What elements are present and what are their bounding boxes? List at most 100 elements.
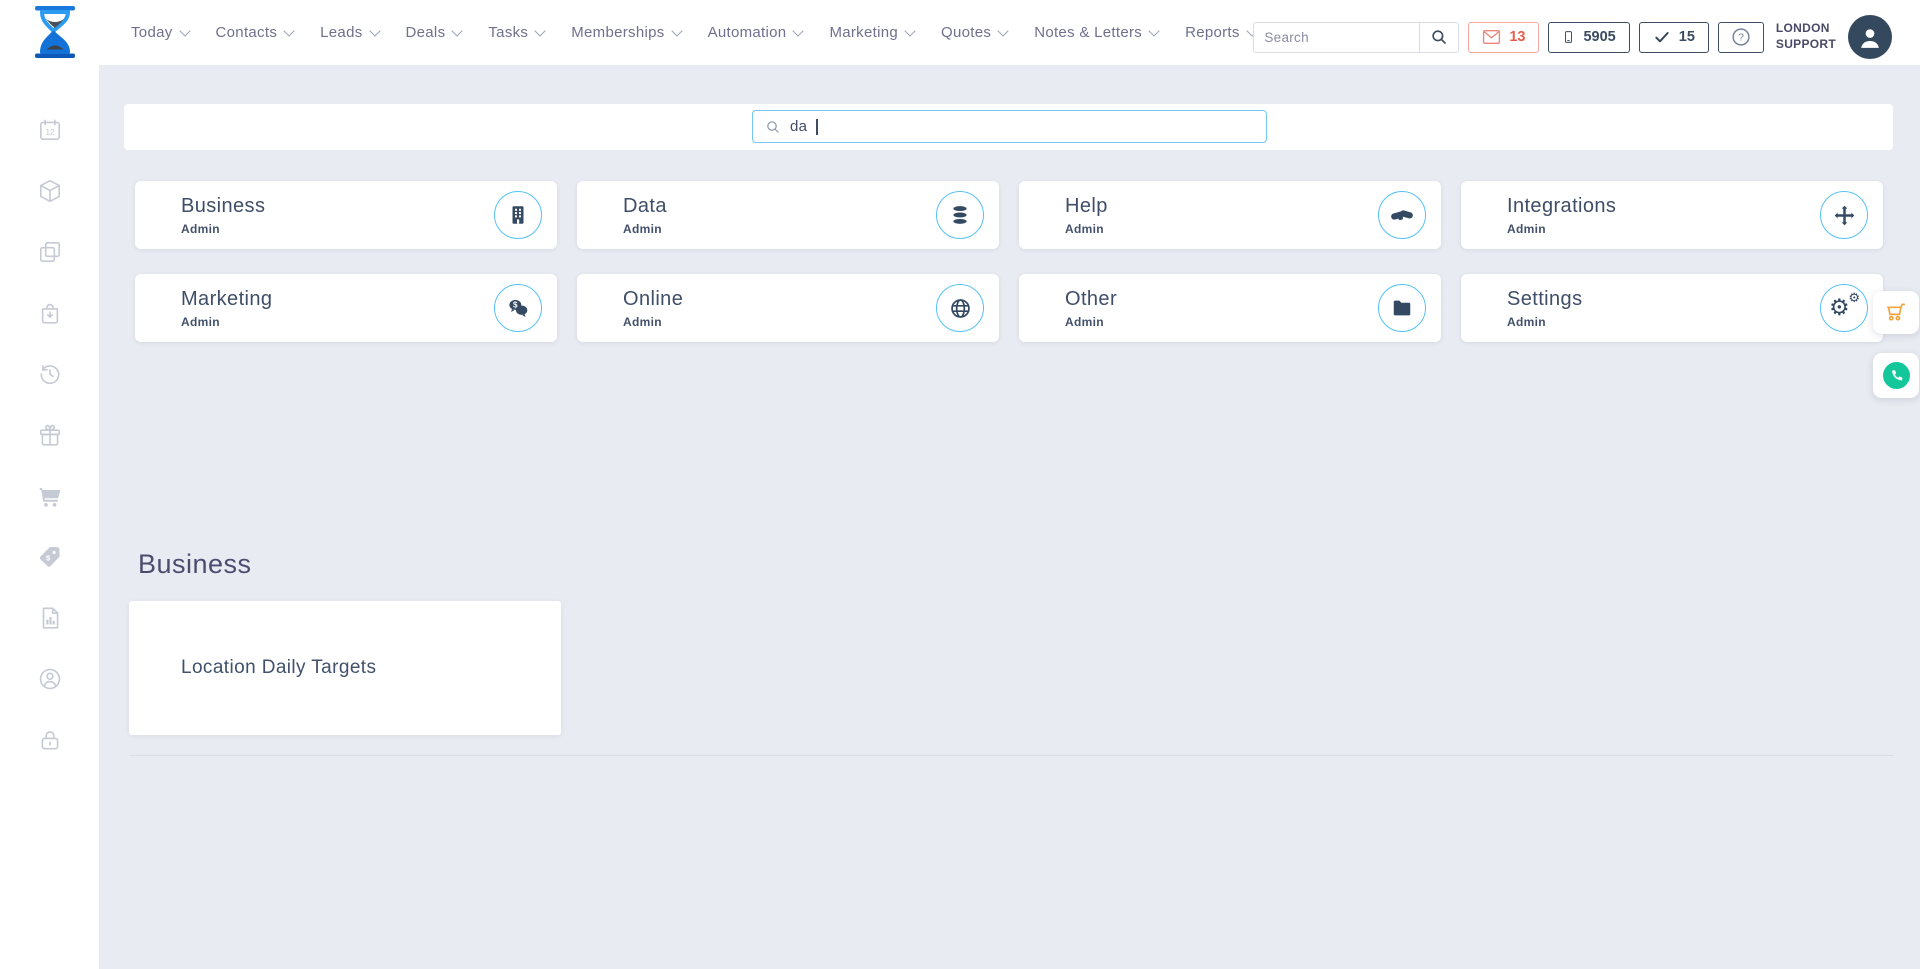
building-icon bbox=[494, 191, 542, 239]
user-avatar[interactable] bbox=[1848, 15, 1892, 59]
chevron-down-icon bbox=[1148, 25, 1159, 36]
left-sidebar: 12 bbox=[0, 65, 99, 969]
svg-text:12: 12 bbox=[45, 128, 55, 137]
category-card-settings[interactable]: Settings Admin ⚙⚙ bbox=[1461, 274, 1883, 342]
chevron-down-icon bbox=[452, 25, 463, 36]
user-name: LONDON SUPPORT bbox=[1776, 21, 1836, 52]
sidebar-price-tag-icon[interactable]: $ bbox=[37, 544, 63, 570]
category-card-other[interactable]: Other Admin bbox=[1019, 274, 1441, 342]
card-title: Settings bbox=[1507, 288, 1582, 311]
chevron-down-icon bbox=[793, 25, 804, 36]
sidebar-user-circle-icon[interactable] bbox=[37, 666, 63, 692]
question-circle-icon: ? bbox=[1730, 26, 1752, 48]
card-subtitle: Admin bbox=[623, 315, 683, 329]
nav-memberships[interactable]: Memberships bbox=[571, 24, 680, 41]
mobile-phone-icon bbox=[1562, 27, 1575, 47]
card-title: Marketing bbox=[181, 288, 272, 311]
category-card-marketing[interactable]: Marketing Admin $ bbox=[135, 274, 557, 342]
header-search-input[interactable] bbox=[1254, 23, 1419, 52]
card-subtitle: Admin bbox=[623, 222, 667, 236]
card-text: Integrations Admin bbox=[1507, 195, 1616, 236]
nav-deals[interactable]: Deals bbox=[406, 24, 462, 41]
nav-label: Deals bbox=[406, 24, 446, 41]
card-text: Settings Admin bbox=[1507, 288, 1582, 329]
search-icon bbox=[765, 119, 781, 135]
section-divider bbox=[129, 755, 1893, 756]
chevron-down-icon bbox=[179, 25, 190, 36]
nav-reports[interactable]: Reports bbox=[1185, 24, 1256, 41]
chevron-down-icon bbox=[535, 25, 546, 36]
database-icon bbox=[936, 191, 984, 239]
handshake-icon bbox=[1378, 191, 1426, 239]
category-card-business[interactable]: Business Admin bbox=[135, 181, 557, 249]
sidebar-copy-squares-icon[interactable] bbox=[37, 239, 63, 265]
card-title: Help bbox=[1065, 195, 1108, 218]
nav-today[interactable]: Today bbox=[131, 24, 189, 41]
nav-marketing[interactable]: Marketing bbox=[829, 24, 914, 41]
tasks-badge[interactable]: 15 bbox=[1639, 22, 1709, 53]
category-card-data[interactable]: Data Admin bbox=[577, 181, 999, 249]
admin-search-value: da bbox=[790, 118, 807, 135]
chevron-down-icon bbox=[671, 25, 682, 36]
check-icon bbox=[1653, 29, 1671, 45]
nav-label: Tasks bbox=[488, 24, 528, 41]
admin-search-input[interactable]: da bbox=[752, 110, 1267, 143]
nav-label: Today bbox=[131, 24, 173, 41]
card-text: Data Admin bbox=[623, 195, 667, 236]
chevron-down-icon bbox=[904, 25, 915, 36]
result-location-daily-targets[interactable]: Location Daily Targets bbox=[129, 601, 561, 735]
card-subtitle: Admin bbox=[181, 222, 265, 236]
nav-label: Leads bbox=[320, 24, 362, 41]
phone-fab-button[interactable] bbox=[1873, 353, 1919, 398]
phone-circle bbox=[1883, 362, 1910, 389]
gears-glyphs: ⚙⚙ bbox=[1829, 294, 1859, 322]
phone-badge[interactable]: 5905 bbox=[1548, 22, 1629, 53]
sidebar-gift-icon[interactable] bbox=[37, 422, 63, 448]
category-card-online[interactable]: Online Admin bbox=[577, 274, 999, 342]
card-title: Business bbox=[181, 195, 265, 218]
category-card-integrations[interactable]: Integrations Admin bbox=[1461, 181, 1883, 249]
card-title: Online bbox=[623, 288, 683, 311]
nav-tasks[interactable]: Tasks bbox=[488, 24, 544, 41]
person-icon bbox=[1857, 24, 1883, 50]
nav-label: Automation bbox=[708, 24, 787, 41]
sidebar-cart-icon[interactable] bbox=[37, 483, 63, 509]
text-caret bbox=[816, 119, 818, 135]
nav-leads[interactable]: Leads bbox=[320, 24, 378, 41]
nav-label: Contacts bbox=[216, 24, 278, 41]
sidebar-history-icon[interactable] bbox=[37, 361, 63, 387]
nav-contacts[interactable]: Contacts bbox=[216, 24, 294, 41]
help-button[interactable]: ? bbox=[1718, 22, 1764, 53]
sidebar-calendar-icon[interactable]: 12 bbox=[37, 117, 63, 143]
card-text: Marketing Admin bbox=[181, 288, 272, 329]
app-logo[interactable] bbox=[30, 6, 80, 63]
user-name-line1: LONDON bbox=[1776, 21, 1836, 37]
card-title: Integrations bbox=[1507, 195, 1616, 218]
cart-fab-button[interactable] bbox=[1873, 291, 1919, 334]
header-search-button[interactable] bbox=[1419, 23, 1458, 52]
nav-quotes[interactable]: Quotes bbox=[941, 24, 1007, 41]
header-search bbox=[1253, 22, 1459, 53]
phone-count: 5905 bbox=[1583, 29, 1615, 45]
results-section-title: Business bbox=[138, 549, 252, 580]
search-icon bbox=[1430, 28, 1448, 46]
nav-notes-letters[interactable]: Notes & Letters bbox=[1034, 24, 1158, 41]
sidebar-bag-arrow-icon[interactable] bbox=[37, 300, 63, 326]
sidebar-cube-icon[interactable] bbox=[37, 178, 63, 204]
move-arrows-icon bbox=[1820, 191, 1868, 239]
svg-text:$: $ bbox=[513, 300, 518, 309]
card-subtitle: Admin bbox=[181, 315, 272, 329]
gears-icon: ⚙⚙ bbox=[1820, 284, 1868, 332]
nav-label: Reports bbox=[1185, 24, 1240, 41]
nav-automation[interactable]: Automation bbox=[708, 24, 803, 41]
hourglass-logo-icon bbox=[30, 6, 80, 58]
topbar-right: 13 5905 15 ? LONDON SUPPORT bbox=[1253, 15, 1892, 59]
category-card-help[interactable]: Help Admin bbox=[1019, 181, 1441, 249]
card-text: Help Admin bbox=[1065, 195, 1108, 236]
card-title: Other bbox=[1065, 288, 1117, 311]
card-text: Online Admin bbox=[623, 288, 683, 329]
sidebar-lock-icon[interactable] bbox=[37, 727, 63, 753]
sidebar-report-icon[interactable] bbox=[37, 605, 63, 631]
mail-badge[interactable]: 13 bbox=[1468, 22, 1539, 53]
card-text: Other Admin bbox=[1065, 288, 1117, 329]
